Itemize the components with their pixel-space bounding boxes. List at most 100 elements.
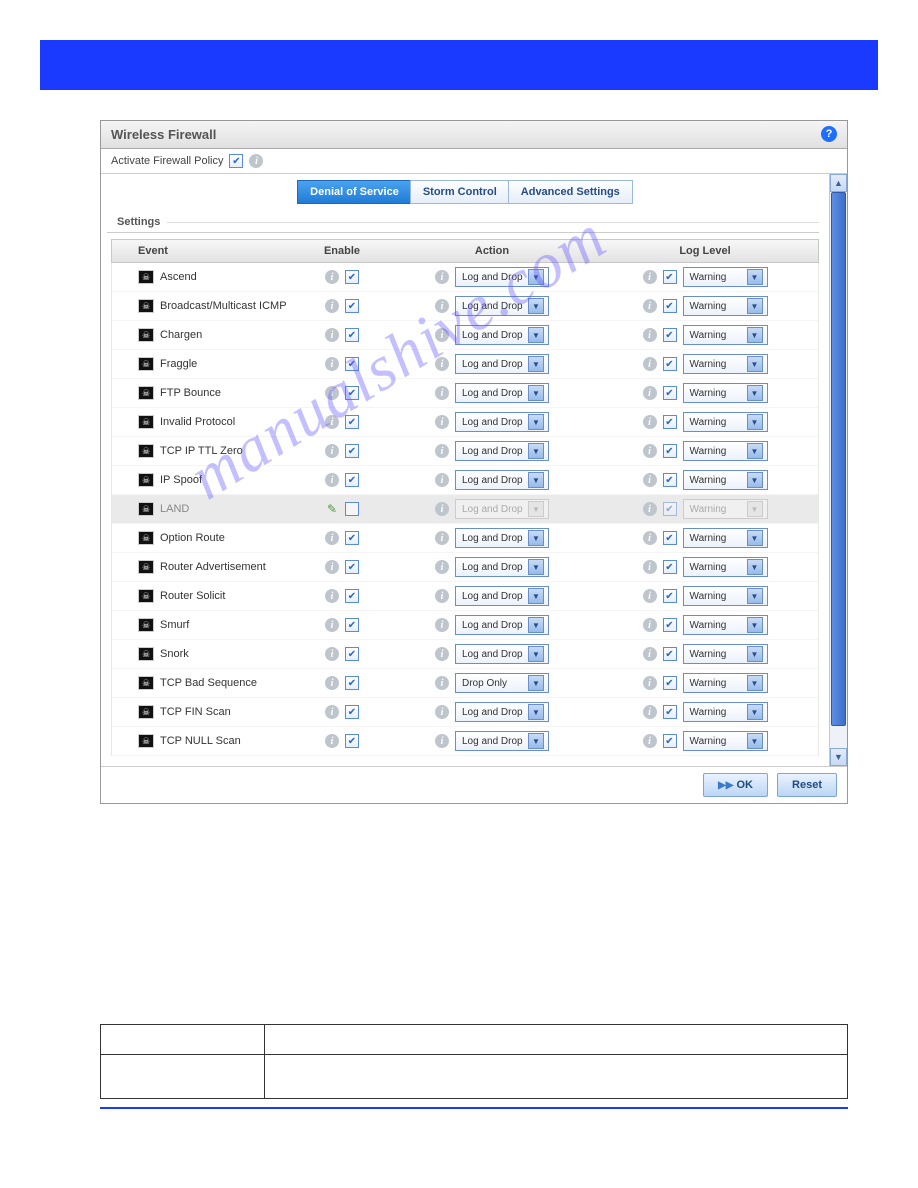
log-dropdown[interactable]: Warning▼: [683, 586, 768, 606]
table-row[interactable]: ☠Router SolicitiiLog and Drop▼iWarning▼: [112, 582, 818, 611]
enable-checkbox[interactable]: [345, 270, 359, 284]
info-icon[interactable]: i: [325, 560, 339, 574]
info-icon[interactable]: i: [435, 415, 449, 429]
info-icon[interactable]: i: [643, 734, 657, 748]
log-dropdown[interactable]: Warning▼: [683, 557, 768, 577]
table-row[interactable]: ☠FTP BounceiiLog and Drop▼iWarning▼: [112, 379, 818, 408]
info-icon[interactable]: i: [325, 473, 339, 487]
log-checkbox[interactable]: [663, 473, 677, 487]
info-icon[interactable]: i: [435, 357, 449, 371]
enable-checkbox[interactable]: [345, 705, 359, 719]
table-row[interactable]: ☠SnorkiiLog and Drop▼iWarning▼: [112, 640, 818, 669]
info-icon[interactable]: i: [435, 647, 449, 661]
table-row[interactable]: ☠TCP FIN ScaniiLog and Drop▼iWarning▼: [112, 698, 818, 727]
action-dropdown[interactable]: Log and Drop▼: [455, 557, 549, 577]
log-dropdown[interactable]: Warning▼: [683, 296, 768, 316]
log-checkbox[interactable]: [663, 647, 677, 661]
scroll-thumb[interactable]: [831, 192, 846, 726]
info-icon[interactable]: i: [325, 299, 339, 313]
log-dropdown[interactable]: Warning▼: [683, 673, 768, 693]
enable-checkbox[interactable]: [345, 502, 359, 516]
info-icon[interactable]: i: [325, 328, 339, 342]
edit-icon[interactable]: ✎: [325, 502, 339, 516]
action-dropdown[interactable]: Log and Drop▼: [455, 528, 549, 548]
vertical-scrollbar[interactable]: ▲ ▼: [829, 174, 847, 766]
policy-checkbox[interactable]: [229, 154, 243, 168]
info-icon[interactable]: i: [435, 473, 449, 487]
log-checkbox[interactable]: [663, 357, 677, 371]
enable-checkbox[interactable]: [345, 618, 359, 632]
table-row[interactable]: ☠FraggleiiLog and Drop▼iWarning▼: [112, 350, 818, 379]
log-checkbox[interactable]: [663, 676, 677, 690]
table-row[interactable]: ☠LAND✎iLog and Drop▼iWarning▼: [112, 495, 818, 524]
log-checkbox[interactable]: [663, 415, 677, 429]
table-row[interactable]: ☠Router AdvertisementiiLog and Drop▼iWar…: [112, 553, 818, 582]
enable-checkbox[interactable]: [345, 357, 359, 371]
enable-checkbox[interactable]: [345, 734, 359, 748]
info-icon[interactable]: i: [643, 560, 657, 574]
action-dropdown[interactable]: Log and Drop▼: [455, 644, 549, 664]
enable-checkbox[interactable]: [345, 299, 359, 313]
table-row[interactable]: ☠Broadcast/Multicast ICMPiiLog and Drop▼…: [112, 292, 818, 321]
enable-checkbox[interactable]: [345, 647, 359, 661]
info-icon[interactable]: i: [325, 734, 339, 748]
log-checkbox[interactable]: [663, 531, 677, 545]
info-icon[interactable]: i: [643, 473, 657, 487]
action-dropdown[interactable]: Log and Drop▼: [455, 325, 549, 345]
info-icon[interactable]: i: [325, 270, 339, 284]
table-row[interactable]: ☠Option RouteiiLog and Drop▼iWarning▼: [112, 524, 818, 553]
log-checkbox[interactable]: [663, 444, 677, 458]
info-icon[interactable]: i: [643, 357, 657, 371]
log-dropdown[interactable]: Warning▼: [683, 412, 768, 432]
action-dropdown[interactable]: Log and Drop▼: [455, 354, 549, 374]
log-checkbox[interactable]: [663, 705, 677, 719]
log-dropdown[interactable]: Warning▼: [683, 325, 768, 345]
info-icon[interactable]: i: [435, 676, 449, 690]
log-dropdown[interactable]: Warning▼: [683, 267, 768, 287]
info-icon[interactable]: i: [643, 531, 657, 545]
enable-checkbox[interactable]: [345, 328, 359, 342]
log-dropdown[interactable]: Warning▼: [683, 354, 768, 374]
action-dropdown[interactable]: Log and Drop▼: [455, 296, 549, 316]
info-icon[interactable]: i: [435, 299, 449, 313]
info-icon[interactable]: i: [435, 444, 449, 458]
enable-checkbox[interactable]: [345, 473, 359, 487]
log-dropdown[interactable]: Warning▼: [683, 383, 768, 403]
enable-checkbox[interactable]: [345, 676, 359, 690]
log-checkbox[interactable]: [663, 270, 677, 284]
info-icon[interactable]: i: [435, 734, 449, 748]
action-dropdown[interactable]: Drop Only▼: [455, 673, 549, 693]
info-icon[interactable]: i: [435, 618, 449, 632]
info-icon[interactable]: i: [435, 328, 449, 342]
enable-checkbox[interactable]: [345, 415, 359, 429]
log-checkbox[interactable]: [663, 589, 677, 603]
info-icon[interactable]: i: [435, 560, 449, 574]
info-icon[interactable]: i: [435, 705, 449, 719]
info-icon[interactable]: i: [249, 154, 263, 168]
log-checkbox[interactable]: [663, 328, 677, 342]
enable-checkbox[interactable]: [345, 589, 359, 603]
scroll-track[interactable]: [830, 192, 847, 748]
enable-checkbox[interactable]: [345, 560, 359, 574]
table-row[interactable]: ☠SmurfiiLog and Drop▼iWarning▼: [112, 611, 818, 640]
info-icon[interactable]: i: [643, 415, 657, 429]
ok-button[interactable]: ▶▶OK: [703, 773, 768, 797]
log-dropdown[interactable]: Warning▼: [683, 441, 768, 461]
enable-checkbox[interactable]: [345, 386, 359, 400]
log-dropdown[interactable]: Warning▼: [683, 644, 768, 664]
action-dropdown[interactable]: Log and Drop▼: [455, 383, 549, 403]
info-icon[interactable]: i: [643, 647, 657, 661]
log-checkbox[interactable]: [663, 560, 677, 574]
info-icon[interactable]: i: [325, 618, 339, 632]
info-icon[interactable]: i: [643, 444, 657, 458]
log-dropdown[interactable]: Warning▼: [683, 470, 768, 490]
scroll-down-icon[interactable]: ▼: [830, 748, 847, 766]
action-dropdown[interactable]: Log and Drop▼: [455, 702, 549, 722]
info-icon[interactable]: i: [325, 386, 339, 400]
info-icon[interactable]: i: [325, 589, 339, 603]
log-dropdown[interactable]: Warning▼: [683, 702, 768, 722]
info-icon[interactable]: i: [325, 357, 339, 371]
info-icon[interactable]: i: [643, 589, 657, 603]
log-dropdown[interactable]: Warning▼: [683, 731, 768, 751]
info-icon[interactable]: i: [435, 589, 449, 603]
